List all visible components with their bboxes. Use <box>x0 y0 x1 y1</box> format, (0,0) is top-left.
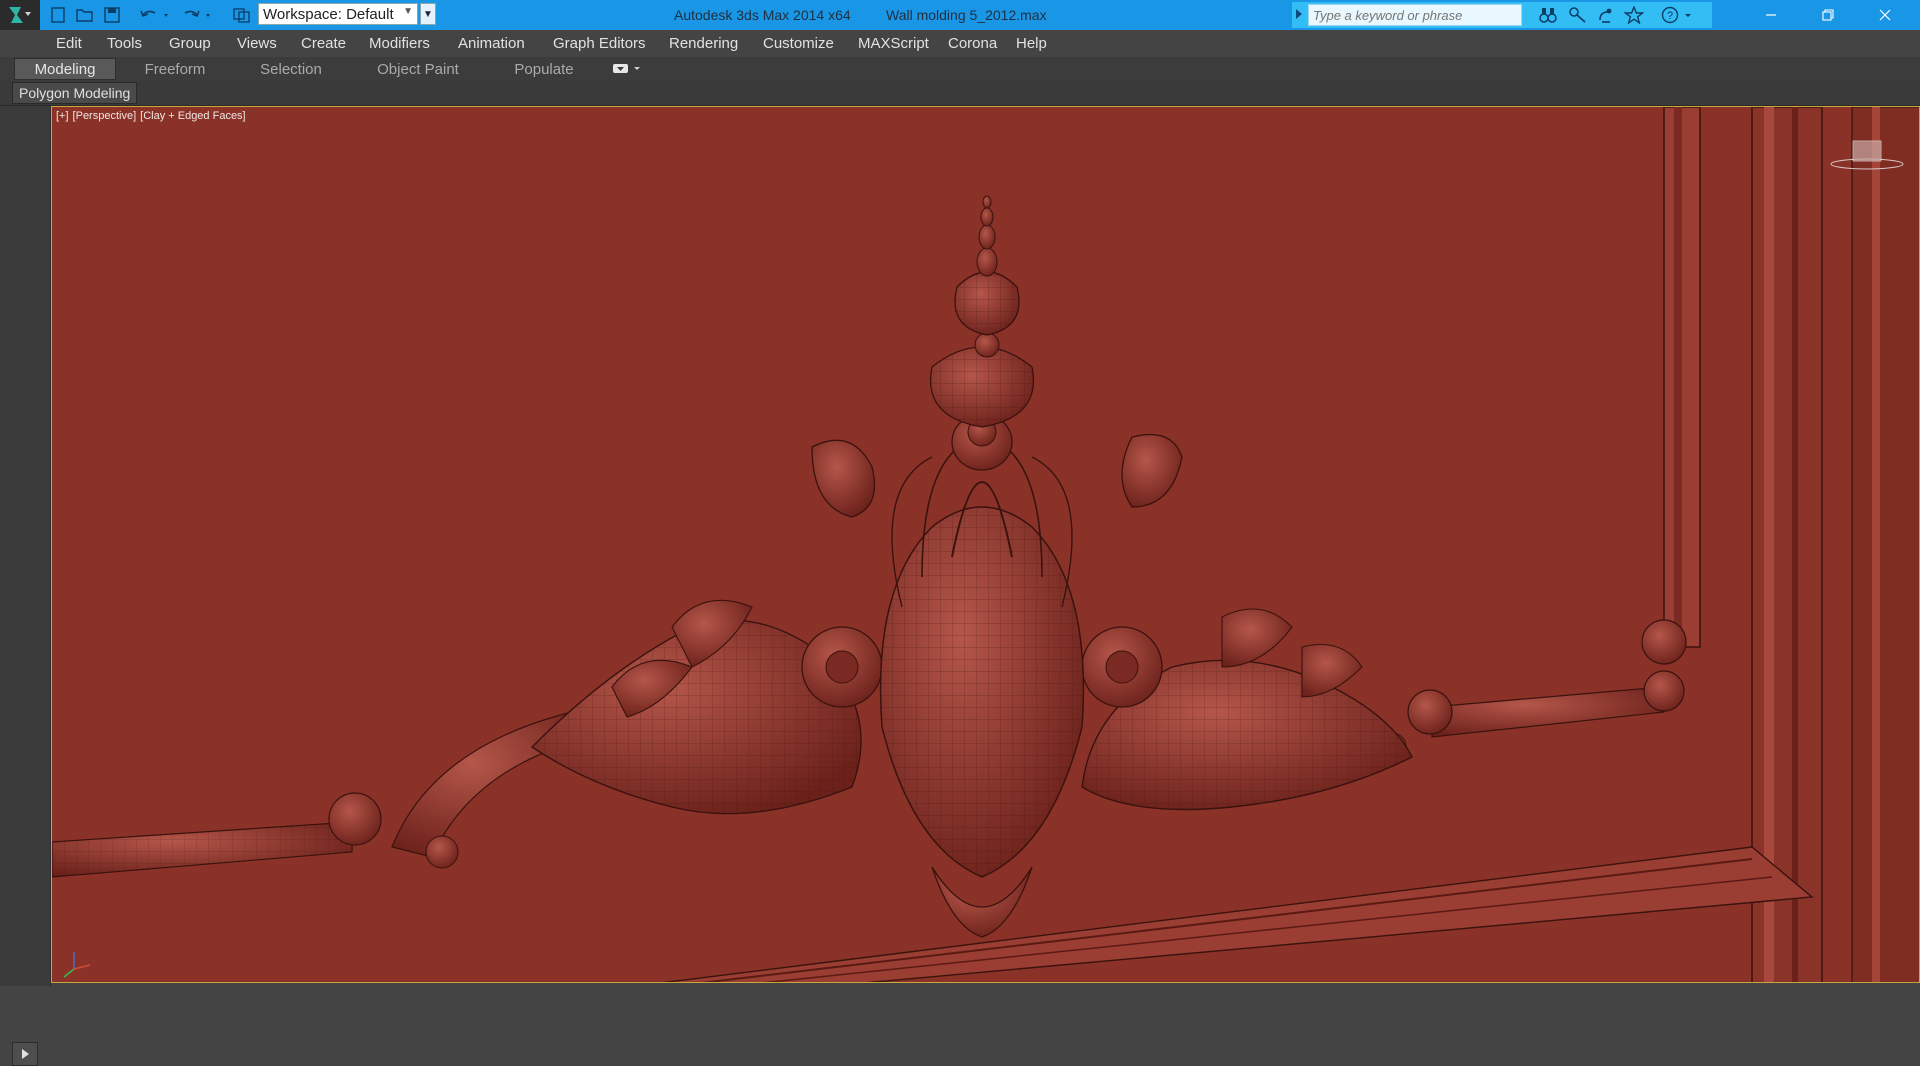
workspace-dropdown[interactable]: Workspace: Default ▼ <box>258 3 418 25</box>
ribbon-options-icon <box>613 64 640 73</box>
communication-center-button[interactable] <box>1594 5 1618 25</box>
menu-modifiers[interactable]: Modifiers <box>369 35 430 52</box>
project-folder-icon <box>233 8 250 23</box>
svg-text:?: ? <box>1667 10 1673 22</box>
open-file-icon <box>76 9 93 22</box>
viewport-view-name[interactable]: [Perspective] <box>73 110 137 122</box>
binoculars-icon <box>1539 8 1557 23</box>
close-button[interactable] <box>1857 0 1913 30</box>
viewport-shading-mode[interactable]: [Clay + Edged Faces] <box>140 110 245 122</box>
star-icon <box>1624 6 1644 24</box>
chevron-down-icon: ▼ <box>403 6 413 17</box>
ribbon-options-button[interactable] <box>612 61 642 77</box>
expand-arrow-icon[interactable] <box>1296 9 1302 19</box>
menu-rendering[interactable]: Rendering <box>669 35 738 52</box>
new-file-button[interactable] <box>46 4 70 26</box>
menu-create[interactable]: Create <box>301 35 346 52</box>
tab-modeling[interactable]: Modeling <box>14 58 116 80</box>
menu-graph-editors[interactable]: Graph Editors <box>553 35 646 52</box>
axis-tripod-icon <box>63 952 91 978</box>
menu-edit[interactable]: Edit <box>56 35 82 52</box>
undo-button[interactable] <box>138 4 172 26</box>
restore-icon <box>1822 9 1834 21</box>
molding-scene <box>52 107 1919 982</box>
tab-object-paint[interactable]: Object Paint <box>366 58 470 80</box>
quick-access-customize-button[interactable]: ▼ <box>420 3 436 25</box>
title-bar: Workspace: Default ▼ ▼ Autodesk 3ds Max … <box>0 0 1920 30</box>
restore-button[interactable] <box>1800 0 1856 30</box>
tab-populate[interactable]: Populate <box>500 58 588 80</box>
infocenter: ? <box>1292 2 1712 28</box>
menu-animation[interactable]: Animation <box>458 35 525 52</box>
baseboard <box>662 846 1814 982</box>
menu-corona[interactable]: Corona <box>948 35 997 52</box>
menu-tools[interactable]: Tools <box>107 35 142 52</box>
frame-right <box>1663 107 1919 982</box>
redo-icon <box>184 10 210 18</box>
search-button[interactable] <box>1536 5 1560 25</box>
close-icon <box>1879 9 1891 21</box>
perspective-viewport[interactable]: [+] [Perspective] [Clay + Edged Faces] <box>51 106 1920 983</box>
workspace-value: Workspace: Default <box>263 5 394 23</box>
menu-customize[interactable]: Customize <box>763 35 834 52</box>
redo-button[interactable] <box>180 4 214 26</box>
menu-maxscript[interactable]: MAXScript <box>858 35 929 52</box>
save-file-button[interactable] <box>100 4 124 26</box>
minimize-button[interactable] <box>1743 0 1799 30</box>
minimize-icon <box>1766 14 1776 16</box>
save-file-icon <box>104 7 120 23</box>
play-button[interactable] <box>12 1042 38 1066</box>
help-icon: ? <box>1661 6 1691 24</box>
menu-group[interactable]: Group <box>169 35 211 52</box>
viewport-label: [+] [Perspective] [Clay + Edged Faces] <box>56 110 250 122</box>
tab-selection[interactable]: Selection <box>246 58 336 80</box>
undo-icon <box>140 10 168 18</box>
ribbon-tab-bar: Modeling Freeform Selection Object Paint… <box>0 57 1920 81</box>
app-title: Autodesk 3ds Max 2014 x64 <box>674 7 851 23</box>
satellite-icon <box>1599 8 1612 23</box>
dropdown-arrow-icon: ▼ <box>423 8 433 20</box>
favorites-button[interactable] <box>1622 5 1646 25</box>
new-file-icon <box>51 7 65 23</box>
menu-views[interactable]: Views <box>237 35 277 52</box>
open-file-button[interactable] <box>72 4 98 26</box>
app-menu-icon <box>9 7 31 23</box>
file-name: Wall molding 5_2012.max <box>886 7 1047 23</box>
search-input[interactable] <box>1308 4 1522 26</box>
left-tool-strip <box>0 106 51 1066</box>
subscription-button[interactable] <box>1566 5 1590 25</box>
project-folder-button[interactable] <box>230 4 254 26</box>
ornament <box>530 195 1413 938</box>
ribbon-panel: Polygon Modeling <box>0 81 1920 106</box>
molding-right <box>1377 619 1687 762</box>
key-icon <box>1569 7 1586 23</box>
help-button[interactable]: ? <box>1658 5 1698 25</box>
menu-bar: Edit Tools Group Views Create Modifiers … <box>0 30 1920 57</box>
viewport-menu-plus[interactable]: [+] <box>56 110 69 122</box>
play-icon <box>22 1049 29 1059</box>
menu-help[interactable]: Help <box>1016 35 1047 52</box>
app-menu-button[interactable] <box>0 0 40 30</box>
molding-left <box>52 711 594 878</box>
polygon-modeling-panel[interactable]: Polygon Modeling <box>12 82 138 104</box>
tab-freeform[interactable]: Freeform <box>130 58 220 80</box>
